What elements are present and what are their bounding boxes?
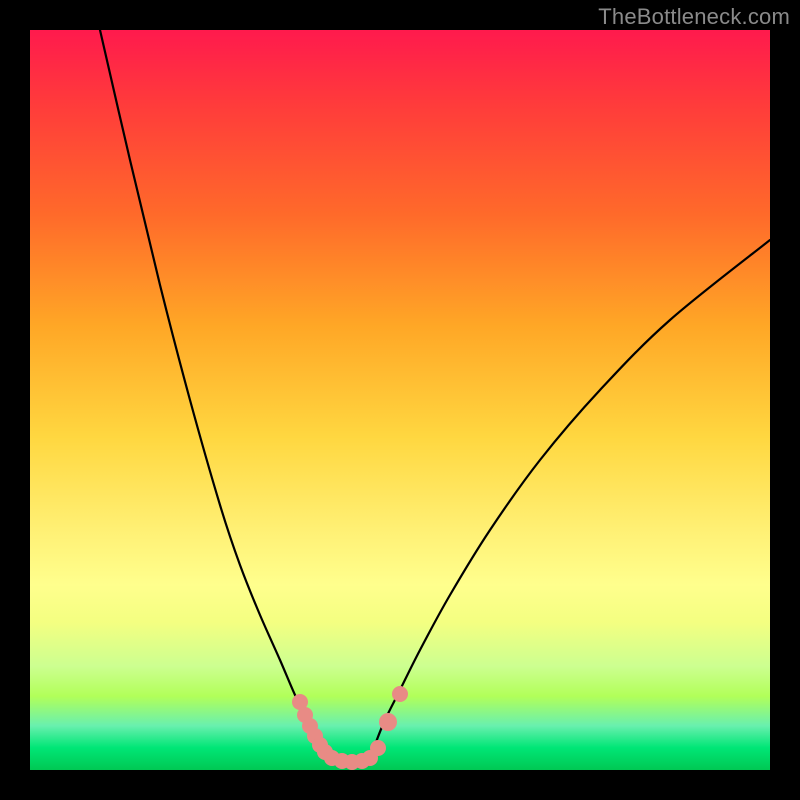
- chart-background-gradient: [30, 30, 770, 770]
- chart-frame: [30, 30, 770, 770]
- watermark-text: TheBottleneck.com: [598, 4, 790, 30]
